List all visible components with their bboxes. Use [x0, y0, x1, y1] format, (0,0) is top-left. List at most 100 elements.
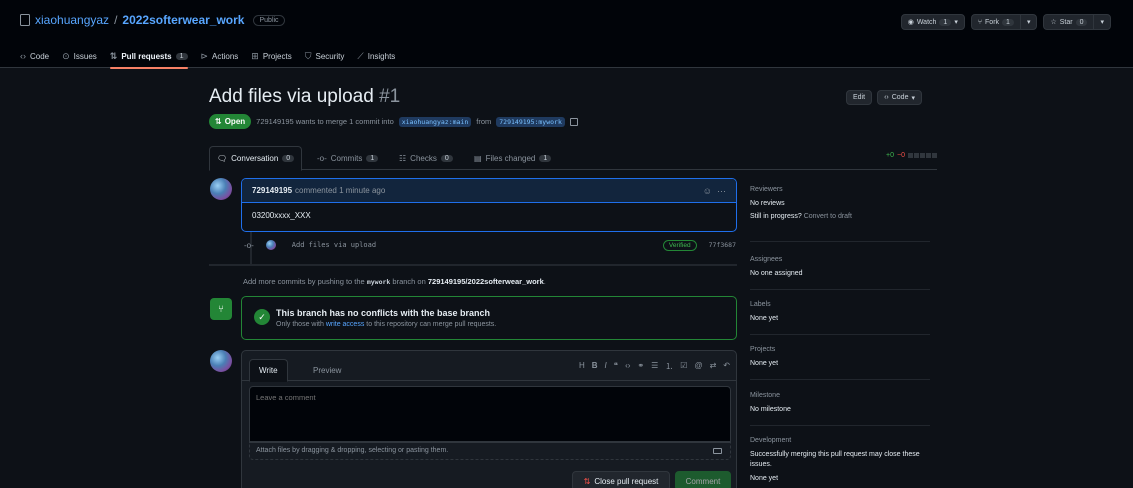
pull-request-icon: ⇅ [215, 117, 222, 126]
star-count: 0 [1075, 18, 1088, 26]
copy-icon[interactable] [569, 117, 578, 126]
reply-icon[interactable]: ↶ [723, 361, 730, 372]
merge-status-box: ✓ This branch has no conflicts with the … [241, 296, 737, 340]
comment-box: 729149195 commented 1 minute ago ☺ ··· 0… [241, 178, 737, 232]
tab-checks[interactable]: ☷ Checks 0 [399, 146, 453, 170]
tab-conversation[interactable]: 🗨 Conversation 0 [209, 146, 303, 171]
attach-files-area[interactable]: Attach files by dragging & dropping, sel… [249, 442, 731, 460]
fork-dropdown-button[interactable]: ▾ [1019, 15, 1037, 29]
repo-owner-link[interactable]: xiaohuangyaz [35, 13, 109, 27]
nav-insights-label: Insights [367, 51, 396, 61]
head-branch-link[interactable]: 729149195:mywork [496, 116, 565, 127]
nav-pulls-label: Pull requests [121, 51, 172, 61]
comment-button[interactable]: Comment [675, 471, 731, 488]
code-button[interactable]: ‹› Code ▾ [877, 90, 922, 105]
commit-message-link[interactable]: Add files via upload [292, 241, 376, 249]
write-access-link[interactable]: write access [326, 321, 365, 328]
watch-button[interactable]: ◉ Watch 1 ▾ [902, 15, 964, 29]
avatar[interactable] [210, 178, 232, 200]
tab-files-changed[interactable]: ▤ Files changed 1 [474, 146, 552, 170]
smiley-icon[interactable]: ☺ [703, 186, 712, 196]
fork-button[interactable]: ⑂ Fork 1 [972, 15, 1020, 29]
avatar[interactable] [210, 350, 232, 372]
sidebar-divider [750, 241, 930, 242]
star-dropdown-button[interactable]: ▾ [1093, 15, 1110, 29]
code-icon[interactable]: ‹› [625, 361, 630, 372]
diffstat-bars [908, 153, 937, 158]
page-title: Add files via upload #1 [209, 86, 400, 108]
task-list-icon[interactable]: ☑ [680, 361, 687, 372]
edit-button[interactable]: Edit [846, 90, 873, 105]
sidebar-labels[interactable]: Labels None yet [750, 301, 930, 324]
comment-actions: ☺ ··· [703, 186, 726, 196]
commit-author-avatar[interactable] [265, 240, 276, 250]
play-icon: ⊳ [200, 50, 209, 61]
nav-issues[interactable]: ⊙ Issues [62, 44, 97, 68]
sidebar-reviewers[interactable]: Reviewers No reviews Still in progress? … [750, 186, 930, 222]
sidebar-milestone[interactable]: Milestone No milestone [750, 392, 930, 415]
repo-nav: ‹› Code ⊙ Issues ⇅ Pull requests 1 ⊳ Act… [20, 44, 395, 69]
ordered-list-icon[interactable]: ⒈ [665, 361, 673, 372]
editor-tabs: Write Preview H B I ❝ ‹› ⚭ ☰ ⒈ ☑ @ ⇄ ↶ [242, 351, 736, 382]
heading-icon[interactable]: H [579, 361, 585, 372]
repo-name-link[interactable]: 2022softerwear_work [122, 13, 244, 27]
merge-sub-suffix: to this repository can merge pull reques… [366, 321, 497, 328]
comment-textarea[interactable] [249, 386, 731, 442]
commit-sha-link[interactable]: 77f3687 [709, 241, 736, 249]
fork-count: 1 [1002, 18, 1014, 26]
verified-badge[interactable]: Verified [662, 239, 697, 251]
repo-actions: ◉ Watch 1 ▾ ⑂ Fork 1 ▾ ☆ Star 0 ▾ [900, 14, 1111, 30]
convert-to-draft-link[interactable]: Convert to draft [804, 213, 852, 220]
push-hint-prefix: Add more commits by pushing to the [243, 277, 365, 286]
nav-code[interactable]: ‹› Code [20, 44, 49, 68]
sidebar-projects[interactable]: Projects None yet [750, 346, 930, 369]
watch-button-group: ◉ Watch 1 ▾ [900, 14, 965, 30]
tab-conversation-label: Conversation [231, 154, 279, 163]
mention-icon[interactable]: @ [694, 361, 702, 372]
quote-icon[interactable]: ❝ [614, 361, 618, 372]
caret-down-icon: ▾ [1026, 19, 1031, 26]
tab-write[interactable]: Write [249, 359, 288, 382]
nav-insights[interactable]: ⟋ Insights [357, 44, 395, 68]
nav-actions[interactable]: ⊳ Actions [201, 44, 239, 68]
caret-down-icon: ▾ [954, 19, 958, 26]
tab-files-label: Files changed [485, 153, 536, 163]
link-icon[interactable]: ⚭ [637, 361, 644, 372]
markdown-icon [713, 448, 722, 454]
pr-tabs: 🗨 Conversation 0 -o- Commits 1 ☷ Checks … [209, 146, 937, 171]
tab-checks-count: 0 [440, 154, 453, 162]
sidebar-assignees[interactable]: Assignees No one assigned [750, 256, 930, 279]
nav-pulls-count: 1 [175, 52, 188, 60]
development-none: None yet [750, 475, 779, 482]
close-pull-request-button[interactable]: ⇅ Close pull request [572, 471, 670, 488]
caret-down-icon: ▾ [911, 94, 915, 102]
nav-pull-requests[interactable]: ⇅ Pull requests 1 [109, 44, 188, 69]
sidebar-development[interactable]: Development Successfully merging this pu… [750, 437, 930, 484]
close-pull-request-label: Close pull request [594, 476, 659, 486]
file-diff-icon: ▤ [474, 153, 482, 163]
tab-commits[interactable]: -o- Commits 1 [317, 146, 379, 170]
shield-icon: ⛉ [304, 50, 312, 61]
from-text: from [476, 117, 492, 126]
star-button[interactable]: ☆ Star 0 [1044, 15, 1093, 29]
push-hint-middle: branch on [392, 277, 426, 286]
commit-row: -o- Add files via upload Verified 77f368… [244, 239, 736, 251]
nav-projects[interactable]: ⊞ Projects [251, 44, 291, 68]
comment-timestamp[interactable]: commented 1 minute ago [295, 186, 385, 195]
nav-security[interactable]: ⛉ Security [305, 44, 345, 68]
nav-code-label: Code [30, 51, 50, 61]
italic-icon[interactable]: I [605, 361, 607, 372]
comment-author-link[interactable]: 729149195 [252, 186, 292, 195]
kebab-horizontal-icon[interactable]: ··· [717, 186, 726, 196]
caret-down-icon: ▾ [1100, 19, 1104, 26]
labels-title: Labels [750, 301, 771, 308]
base-branch-link[interactable]: xiaohuangyaz:main [398, 116, 472, 127]
cross-reference-icon[interactable]: ⇄ [710, 361, 717, 372]
repo-header: xiaohuangyaz / 2022softerwear_work Publi… [0, 0, 1133, 69]
unordered-list-icon[interactable]: ☰ [651, 361, 658, 372]
pr-title-text: Add files via upload [209, 86, 374, 107]
tab-preview[interactable]: Preview [304, 359, 350, 381]
repo-title-line: xiaohuangyaz / 2022softerwear_work Publi… [20, 13, 285, 27]
bold-icon[interactable]: B [592, 361, 598, 372]
comment-editor: Write Preview H B I ❝ ‹› ⚭ ☰ ⒈ ☑ @ ⇄ ↶ A… [241, 350, 737, 488]
